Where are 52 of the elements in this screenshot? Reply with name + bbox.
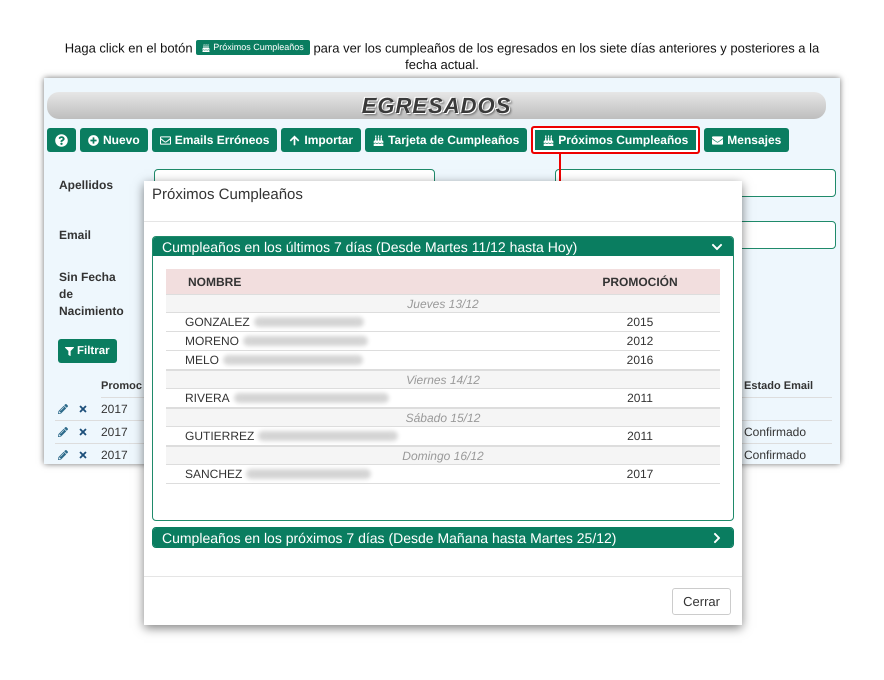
table-cell: Confirmado bbox=[744, 444, 832, 464]
cake-icon bbox=[543, 134, 554, 146]
close-button[interactable]: Cerrar bbox=[672, 588, 731, 614]
instruction-text: para ver los cumpleaños de los egresados en los siete días anteriores y posteriores a la fecha actual. bbox=[313, 40, 820, 72]
column-header: PROMOCIÓN bbox=[560, 269, 720, 294]
envelope-icon bbox=[160, 134, 171, 146]
toolbar-button[interactable]: Emails Erróneos bbox=[152, 128, 278, 152]
column-header: Estado Email bbox=[744, 375, 832, 398]
arrow-up-icon bbox=[289, 134, 300, 146]
delete-icon[interactable] bbox=[78, 404, 88, 414]
field-label: Email bbox=[59, 227, 92, 244]
next-birthdays-button[interactable]: Próximos Cumpleaños bbox=[196, 40, 310, 55]
chevron-right-icon bbox=[711, 532, 723, 544]
date-row: Sábado 15/12 bbox=[166, 408, 720, 427]
help-button[interactable] bbox=[47, 128, 76, 152]
edit-icon[interactable] bbox=[58, 450, 68, 460]
column-header: NOMBRE bbox=[166, 269, 560, 294]
edit-icon[interactable] bbox=[58, 404, 68, 414]
date-row: Viernes 14/12 bbox=[166, 370, 720, 389]
app-title: EGRESADOS bbox=[362, 92, 512, 118]
toolbar-button[interactable]: Importar bbox=[281, 128, 362, 152]
edit-icon[interactable] bbox=[58, 427, 68, 437]
surname-text: SANCHEZ bbox=[185, 467, 242, 481]
date-row: Domingo 16/12 bbox=[166, 446, 720, 465]
modal-title: Próximos Cumpleaños bbox=[152, 186, 303, 203]
cake-icon bbox=[373, 134, 384, 146]
field-label: Sin Fecha de Nacimiento bbox=[59, 269, 125, 320]
delete-icon[interactable] bbox=[78, 427, 88, 437]
table-cell: 2017 bbox=[560, 465, 720, 484]
surname-text: MELO bbox=[185, 353, 220, 367]
field-label: Apellidos bbox=[59, 177, 114, 194]
instruction-text: Haga click en el botón bbox=[64, 40, 193, 56]
table-cell: Confirmado bbox=[744, 421, 832, 444]
panel-header[interactable]: Cumpleaños en los próximos 7 días (Desde Mañana hasta Martes 25/12) bbox=[153, 528, 733, 547]
panel-header[interactable]: Cumpleaños en los últimos 7 días (Desde Martes 11/12 hasta Hoy) bbox=[153, 237, 733, 256]
help-icon bbox=[55, 134, 68, 146]
toolbar-button[interactable]: Nuevo bbox=[80, 128, 148, 152]
toolbar-button[interactable]: Mensajes bbox=[704, 128, 790, 152]
surname-text: GONZALEZ bbox=[185, 315, 250, 329]
surname-text: GUTIERREZ bbox=[185, 429, 254, 443]
surname-text: MORENO bbox=[185, 334, 239, 348]
table-cell: 2015 bbox=[560, 313, 720, 332]
toolbar-button[interactable]: Próximos Cumpleaños bbox=[531, 126, 700, 154]
delete-icon[interactable] bbox=[78, 450, 88, 460]
filter-icon bbox=[65, 346, 74, 356]
filter-button[interactable]: Filtrar bbox=[58, 339, 117, 363]
toolbar-button[interactable]: Tarjeta de Cumpleaños bbox=[365, 128, 528, 152]
cake-icon bbox=[202, 44, 210, 52]
table-cell: 2012 bbox=[560, 332, 720, 351]
date-row: Jueves 13/12 bbox=[166, 294, 720, 313]
envelope-icon bbox=[712, 134, 724, 146]
plus-icon bbox=[88, 134, 99, 146]
